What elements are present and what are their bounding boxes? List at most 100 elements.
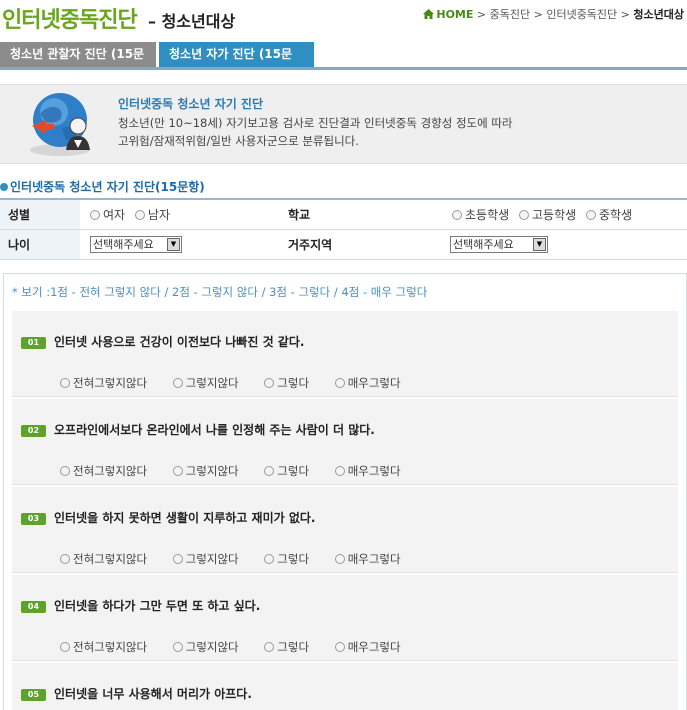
intro-description-1: 청소년(만 10~18세) 자기보고용 검사로 진단결과 인터넷중독 경향성 정… <box>118 116 513 130</box>
answer-option-4[interactable]: 매우그렇다 <box>334 551 401 567</box>
answer-radio[interactable] <box>60 642 70 652</box>
answer-label: 그렇지않다 <box>185 376 239 390</box>
answer-option-2[interactable]: 그렇지않다 <box>172 375 239 391</box>
question-item: 01 인터넷 사용으로 건강이 이전보다 나빠진 것 같다. 전혀그렇지않다 그… <box>12 311 678 397</box>
answer-option-1[interactable]: 전혀그렇지않다 <box>60 551 147 567</box>
scale-legend: * 보기 :1점 - 전혀 그렇지 않다 / 2점 - 그렇지 않다 / 3점 … <box>12 285 428 299</box>
bullet-icon <box>0 183 8 191</box>
answer-radio[interactable] <box>60 466 70 476</box>
intro-title: 인터넷중독 청소년 자기 진단 <box>118 97 264 111</box>
age-select[interactable]: 선택해주세요 ▼ <box>90 235 182 253</box>
answer-label: 전혀그렇지않다 <box>73 552 148 566</box>
answer-option-1[interactable]: 전혀그렇지않다 <box>60 375 147 391</box>
question-text: 인터넷을 하지 못하면 생활이 지루하고 재미가 없다. <box>54 511 316 525</box>
answer-radio[interactable] <box>172 378 183 388</box>
region-select[interactable]: 선택해주세요 ▼ <box>450 235 548 253</box>
question-text: 인터넷 사용으로 건강이 이전보다 나빠진 것 같다. <box>54 335 305 349</box>
gender-radio-male[interactable] <box>134 209 145 220</box>
gender-options: 여자 남자 <box>80 199 280 230</box>
answer-option-4[interactable]: 매우그렇다 <box>334 463 401 479</box>
school-option-label: 초등학생 <box>465 207 510 222</box>
section-title-text: 인터넷중독 청소년 자기 진단(15문항) <box>10 180 205 194</box>
answer-option-2[interactable]: 그렇지않다 <box>172 551 239 567</box>
answer-label: 전혀그렇지않다 <box>73 640 148 654</box>
gender-radio-female[interactable] <box>90 209 100 220</box>
question-number-badge: 04 <box>21 601 46 613</box>
school-radio-high[interactable] <box>519 209 529 220</box>
answer-label: 매우그렇다 <box>347 464 401 478</box>
answer-option-4[interactable]: 매우그렇다 <box>334 639 401 655</box>
answer-radio[interactable] <box>334 554 345 564</box>
answer-radio[interactable] <box>334 378 345 388</box>
answer-radio[interactable] <box>264 642 275 652</box>
school-radio-middle[interactable] <box>586 209 596 220</box>
answer-options: 전혀그렇지않다 그렇지않다 그렇다 매우그렇다 <box>60 639 423 655</box>
globe-user-icon <box>30 93 90 156</box>
question-number-badge: 05 <box>21 689 46 701</box>
intro-description-2: 고위험/잠재적위험/일반 사용자군으로 분류됩니다. <box>118 134 359 148</box>
answer-option-2[interactable]: 그렇지않다 <box>172 639 239 655</box>
breadcrumb-item-internet-test[interactable]: 인터넷중독진단 <box>546 8 617 21</box>
answer-radio[interactable] <box>60 378 70 388</box>
answer-label: 그렇다 <box>277 552 310 566</box>
school-label: 학교 <box>280 199 450 230</box>
breadcrumb-current: 청소년대상 <box>633 8 684 21</box>
question-number-badge: 01 <box>21 337 46 349</box>
answer-radio[interactable] <box>334 466 345 476</box>
page-subtitle: – 청소년대상 <box>148 12 236 31</box>
answer-option-3[interactable]: 그렇다 <box>264 375 309 391</box>
gender-option-label: 여자 <box>103 207 126 222</box>
school-option-label: 중학생 <box>599 207 633 222</box>
tab-bar: 청소년 관찰자 진단 (15문항) 청소년 자가 진단 (15문항) <box>0 42 687 86</box>
question-item: 03 인터넷을 하지 못하면 생활이 지루하고 재미가 없다. 전혀그렇지않다 … <box>12 487 678 573</box>
answer-radio[interactable] <box>264 466 275 476</box>
answer-label: 그렇지않다 <box>185 552 239 566</box>
answer-option-1[interactable]: 전혀그렇지않다 <box>60 639 147 655</box>
answer-radio[interactable] <box>172 554 183 564</box>
answer-options: 전혀그렇지않다 그렇지않다 그렇다 매우그렇다 <box>60 463 423 479</box>
breadcrumb-item-addiction-test[interactable]: 중독진단 <box>490 8 530 21</box>
answer-label: 전혀그렇지않다 <box>73 464 148 478</box>
answer-label: 그렇다 <box>277 376 310 390</box>
answer-radio[interactable] <box>334 642 345 652</box>
region-cell: 선택해주세요 ▼ <box>450 229 687 260</box>
chevron-down-icon: ▼ <box>533 237 546 251</box>
tab-self-test[interactable]: 청소년 자가 진단 (15문항) <box>159 42 314 86</box>
region-label: 거주지역 <box>280 229 450 260</box>
answer-options: 전혀그렇지않다 그렇지않다 그렇다 매우그렇다 <box>60 375 423 391</box>
breadcrumb: HOME > 중독진단 > 인터넷중독진단 > 청소년대상 <box>423 6 684 22</box>
intro-box: 인터넷중독 청소년 자기 진단 청소년(만 10~18세) 자기보고용 검사로 … <box>0 84 687 164</box>
question-item: 05 인터넷을 너무 사용해서 머리가 아프다. <box>12 663 678 710</box>
breadcrumb-separator: > <box>533 8 543 21</box>
gender-option-label: 남자 <box>147 207 171 222</box>
question-text: 오프라인에서보다 온라인에서 나를 인정해 주는 사람이 더 많다. <box>54 423 375 437</box>
answer-radio[interactable] <box>172 642 183 652</box>
page-title: 인터넷중독진단 <box>2 8 138 33</box>
breadcrumb-separator: > <box>476 8 487 21</box>
answer-option-1[interactable]: 전혀그렇지않다 <box>60 463 147 479</box>
school-radio-elementary[interactable] <box>452 209 462 220</box>
question-item: 02 오프라인에서보다 온라인에서 나를 인정해 주는 사람이 더 많다. 전혀… <box>12 399 678 485</box>
age-cell: 선택해주세요 ▼ <box>80 229 280 260</box>
answer-option-3[interactable]: 그렇다 <box>264 463 309 479</box>
answer-option-3[interactable]: 그렇다 <box>264 551 309 567</box>
answer-radio[interactable] <box>172 466 183 476</box>
answer-option-4[interactable]: 매우그렇다 <box>334 375 401 391</box>
answer-label: 매우그렇다 <box>347 376 401 390</box>
school-options: 초등학생 고등학생 중학생 <box>450 199 687 230</box>
answer-option-3[interactable]: 그렇다 <box>264 639 309 655</box>
answer-radio[interactable] <box>264 378 275 388</box>
page-header: 인터넷중독진단 – 청소년대상 HOME > 중독진단 > 인터넷중독진단 > … <box>0 0 687 40</box>
breadcrumb-home-link[interactable]: HOME <box>436 8 473 21</box>
question-item: 04 인터넷을 하다가 그만 두면 또 하고 싶다. 전혀그렇지않다 그렇지않다… <box>12 575 678 661</box>
answer-option-2[interactable]: 그렇지않다 <box>172 463 239 479</box>
answer-radio[interactable] <box>60 554 70 564</box>
tab-observer-test[interactable]: 청소년 관찰자 진단 (15문항) <box>0 42 156 86</box>
question-text: 인터넷을 하다가 그만 두면 또 하고 싶다. <box>54 599 261 613</box>
answer-options: 전혀그렇지않다 그렇지않다 그렇다 매우그렇다 <box>60 551 423 567</box>
answer-label: 매우그렇다 <box>347 640 401 654</box>
answer-radio[interactable] <box>264 554 275 564</box>
answer-label: 전혀그렇지않다 <box>73 376 148 390</box>
answer-label: 매우그렇다 <box>347 552 401 566</box>
question-text: 인터넷을 너무 사용해서 머리가 아프다. <box>54 687 252 701</box>
